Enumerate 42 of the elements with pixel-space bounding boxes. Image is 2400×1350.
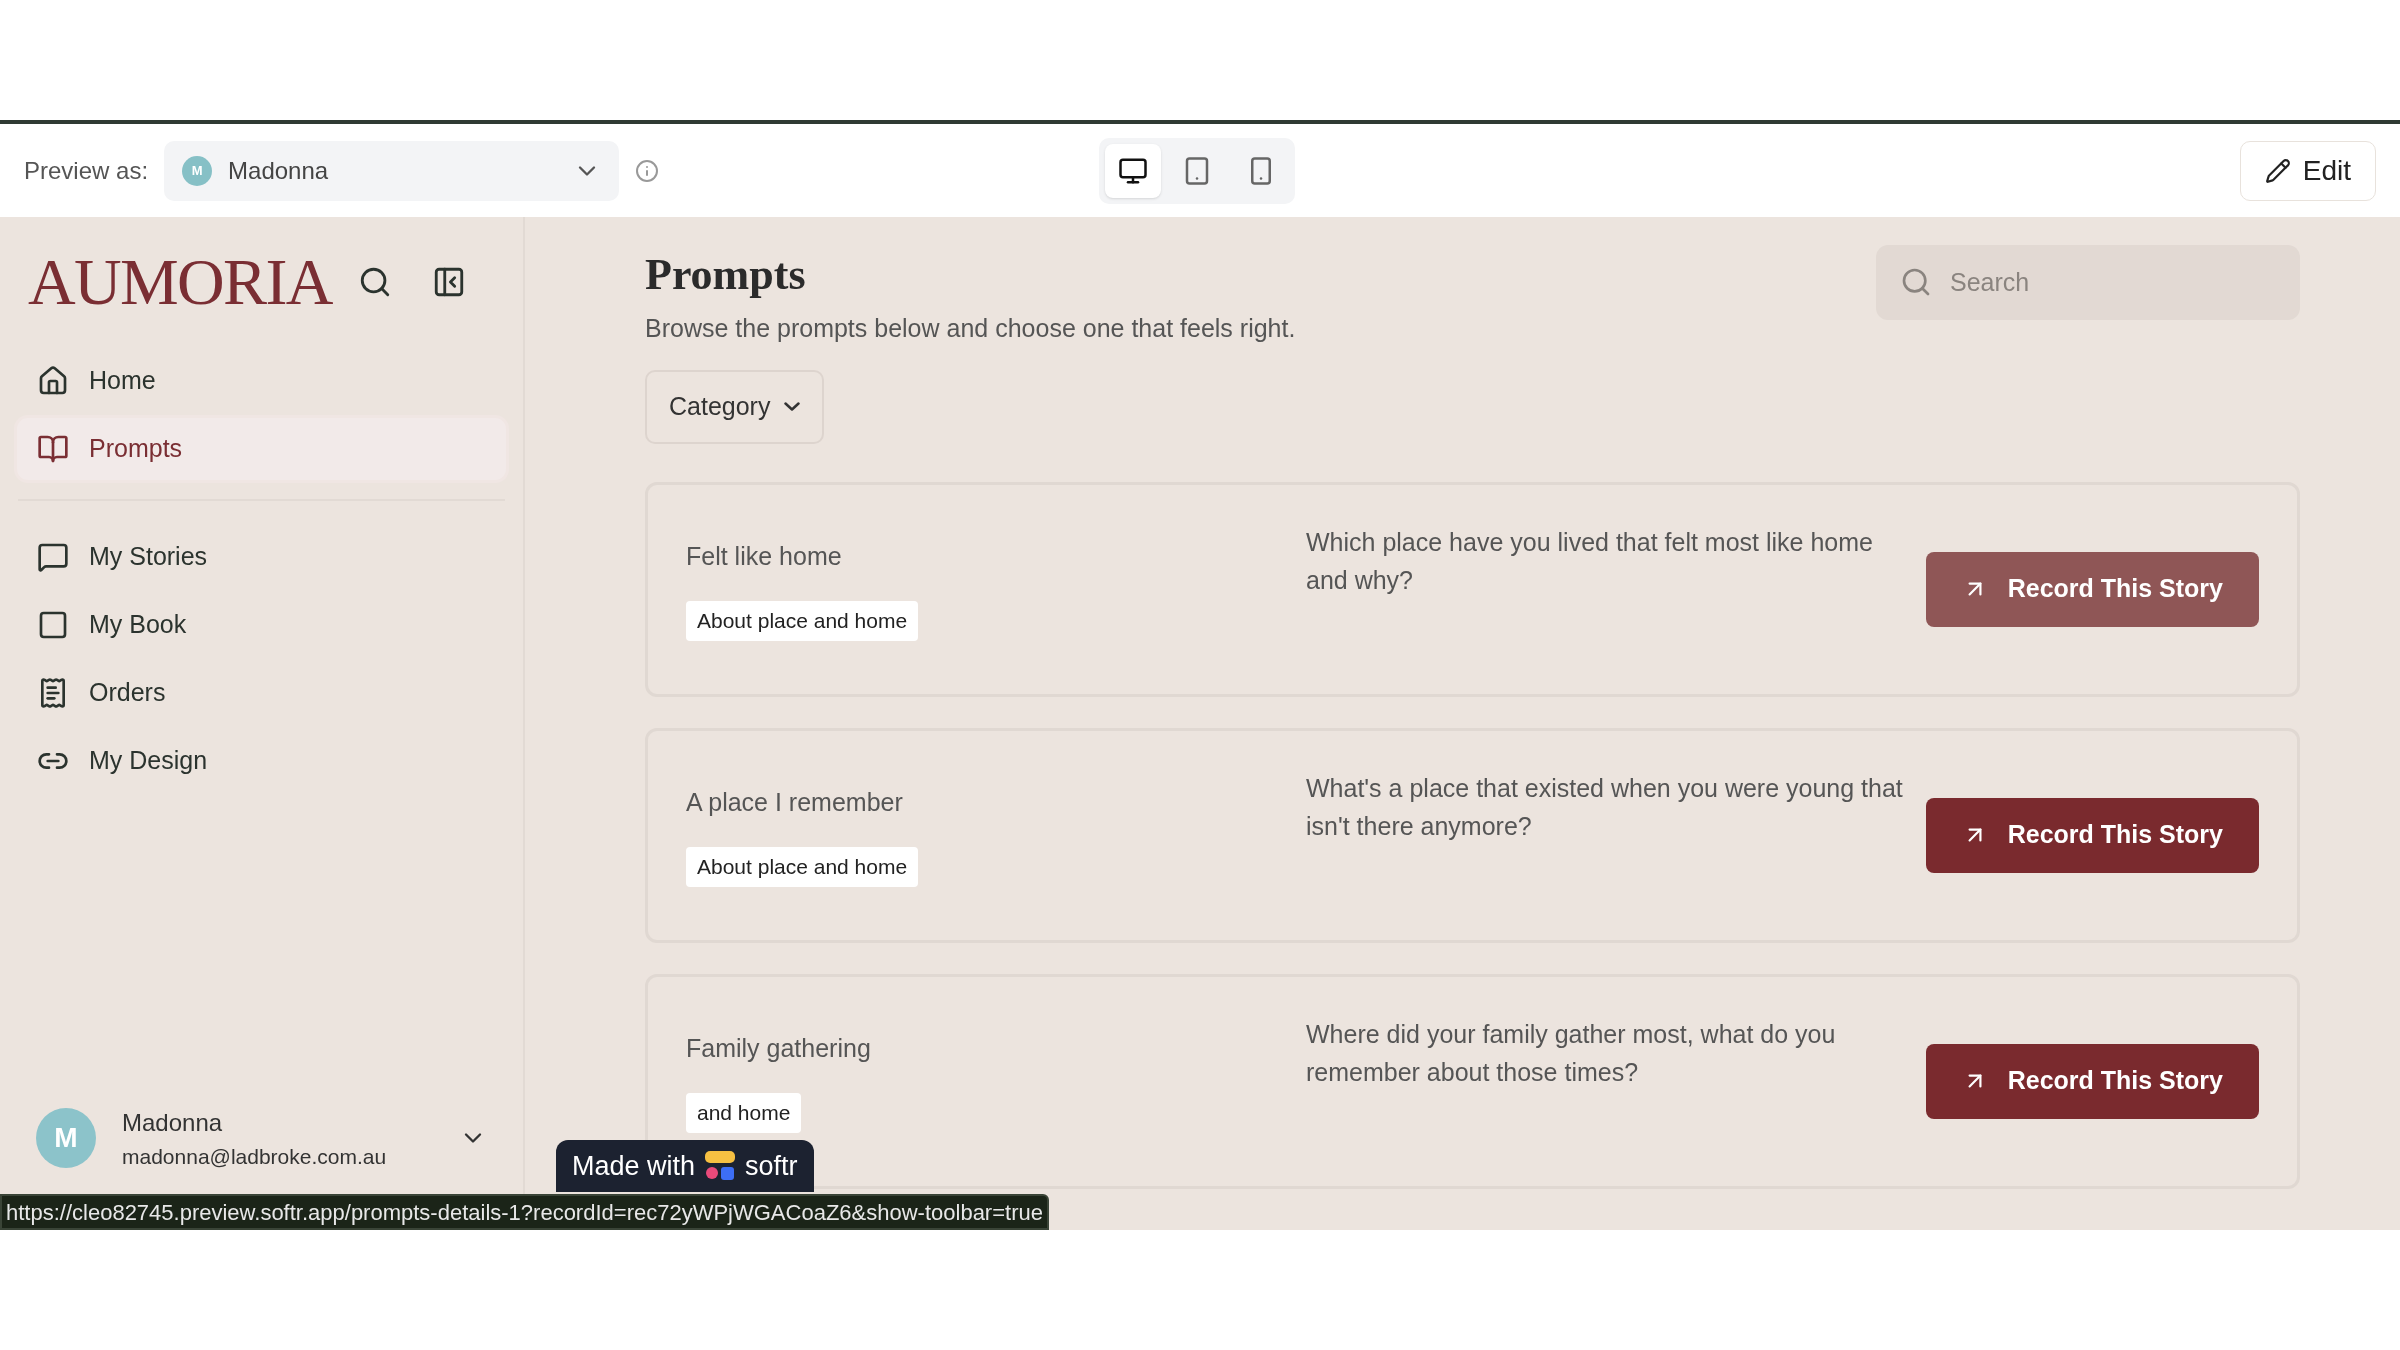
prompt-question: What's a place that existed when you were young that isn't there anymore? (1306, 772, 1904, 842)
page-subtitle: Browse the prompts below and choose one that feels right. (645, 313, 1296, 344)
page-title: Prompts (645, 249, 807, 301)
nav-item[interactable]: My Book (14, 591, 509, 659)
chevron-down-icon (784, 402, 801, 411)
home-icon (37, 365, 69, 397)
pencil-icon (2264, 157, 2291, 184)
prompt-title: Family gathering (686, 1032, 871, 1064)
search-field[interactable]: Search (1876, 245, 2300, 320)
nav-item[interactable]: Prompts (14, 415, 509, 483)
user-select[interactable]: M Madonna (164, 140, 620, 201)
search-icon (1900, 266, 1932, 298)
device-toggle[interactable] (1105, 143, 1162, 198)
status-url-bar: https://cleo82745.preview.softr.app/prompts-details-1?recordId=rec72yWPjWGACoaZ6&show-toolbar=true (0, 1194, 1049, 1230)
user-name: Madonna (122, 1107, 224, 1138)
category-dropdown[interactable]: Category (645, 369, 825, 444)
category-tag: and home (686, 1093, 802, 1133)
record-story-button[interactable]: Record This Story (1925, 1043, 2259, 1119)
logo[interactable]: AUMORIA (28, 249, 332, 315)
book-icon (37, 433, 69, 465)
nav-item[interactable]: Orders (14, 659, 509, 727)
category-tag: About place and home (686, 847, 919, 887)
record-story-button[interactable]: Record This Story (1925, 797, 2259, 873)
info-icon[interactable] (635, 158, 660, 183)
user-email: madonna@ladbroke.com.au (122, 1143, 388, 1170)
nav-item[interactable]: Home (14, 347, 509, 415)
prompt-title: Felt like home (686, 540, 842, 572)
nav-item[interactable]: My Design (14, 727, 509, 795)
edit-button[interactable]: Edit (2239, 140, 2376, 201)
prompt-question: Where did your family gather most, what do you remember about those times? (1306, 1018, 1837, 1088)
logo-icon (705, 1151, 736, 1181)
prompt-question: Which place have you lived that felt most like home and why? (1306, 526, 1874, 596)
avatar: M (182, 155, 213, 186)
chat-bubble-icon (37, 541, 69, 573)
square-icon (37, 609, 69, 641)
made-with-badge[interactable]: Made with softr (556, 1140, 814, 1192)
record-story-button[interactable]: Record This Story (1925, 551, 2259, 627)
prompt-title: A place I remember (686, 786, 903, 818)
user-avatar: M (36, 1108, 96, 1169)
category-tag: About place and home (686, 601, 919, 641)
nav-item[interactable]: My Stories (14, 523, 509, 591)
preview-label: Preview as: (24, 155, 149, 186)
